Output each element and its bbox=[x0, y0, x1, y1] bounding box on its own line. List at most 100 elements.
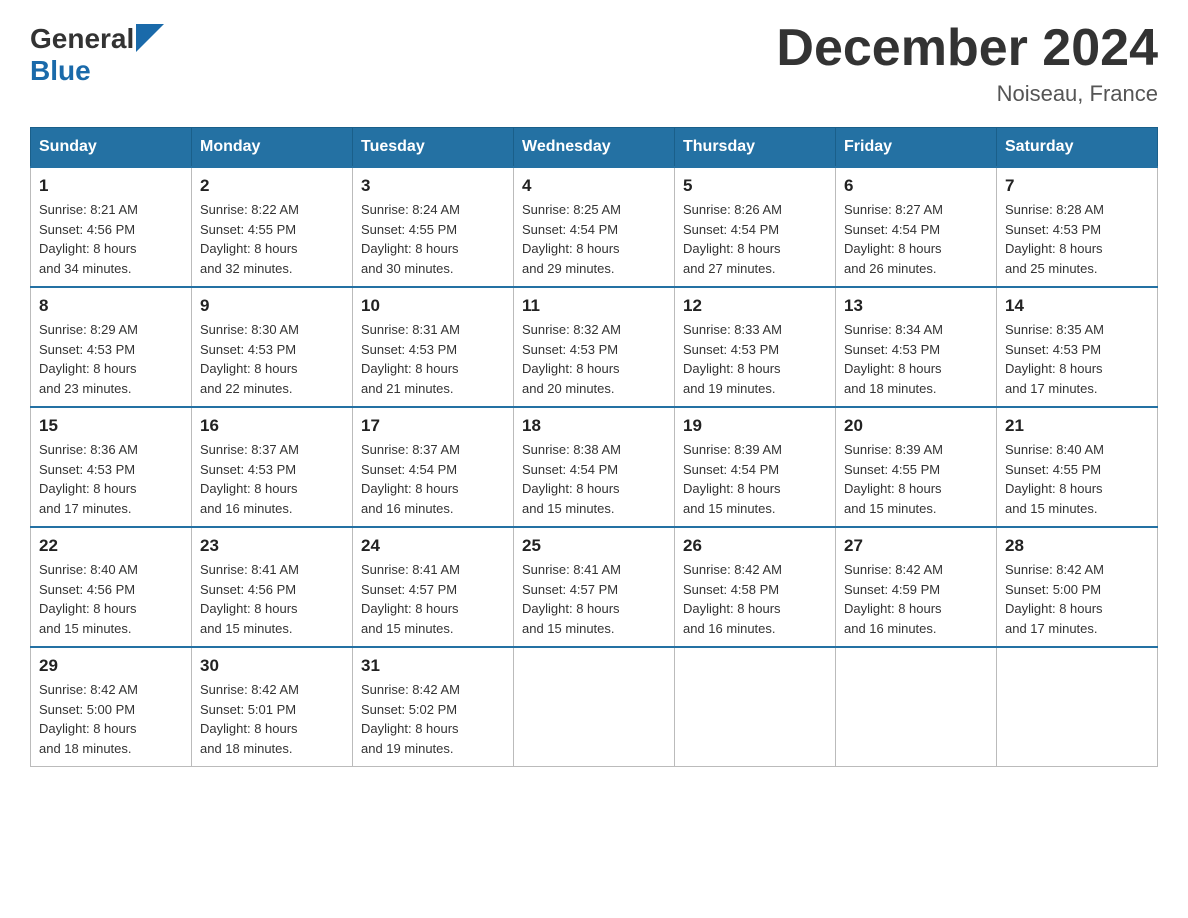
calendar-cell: 24 Sunrise: 8:41 AM Sunset: 4:57 PM Dayl… bbox=[353, 527, 514, 647]
day-number: 14 bbox=[1005, 296, 1149, 316]
calendar-cell: 18 Sunrise: 8:38 AM Sunset: 4:54 PM Dayl… bbox=[514, 407, 675, 527]
day-number: 12 bbox=[683, 296, 827, 316]
day-number: 5 bbox=[683, 176, 827, 196]
day-info: Sunrise: 8:28 AM Sunset: 4:53 PM Dayligh… bbox=[1005, 200, 1149, 278]
page-header: General Blue December 2024 Noiseau, Fran… bbox=[30, 20, 1158, 107]
day-info: Sunrise: 8:37 AM Sunset: 4:53 PM Dayligh… bbox=[200, 440, 344, 518]
day-info: Sunrise: 8:34 AM Sunset: 4:53 PM Dayligh… bbox=[844, 320, 988, 398]
day-number: 15 bbox=[39, 416, 183, 436]
col-saturday: Saturday bbox=[997, 128, 1158, 168]
day-info: Sunrise: 8:40 AM Sunset: 4:55 PM Dayligh… bbox=[1005, 440, 1149, 518]
day-number: 29 bbox=[39, 656, 183, 676]
col-sunday: Sunday bbox=[31, 128, 192, 168]
calendar-cell: 19 Sunrise: 8:39 AM Sunset: 4:54 PM Dayl… bbox=[675, 407, 836, 527]
day-number: 19 bbox=[683, 416, 827, 436]
day-number: 1 bbox=[39, 176, 183, 196]
calendar-week-3: 15 Sunrise: 8:36 AM Sunset: 4:53 PM Dayl… bbox=[31, 407, 1158, 527]
calendar-subtitle: Noiseau, France bbox=[776, 81, 1158, 107]
day-number: 4 bbox=[522, 176, 666, 196]
calendar-cell: 6 Sunrise: 8:27 AM Sunset: 4:54 PM Dayli… bbox=[836, 167, 997, 287]
col-monday: Monday bbox=[192, 128, 353, 168]
calendar-cell bbox=[514, 647, 675, 767]
day-info: Sunrise: 8:42 AM Sunset: 5:00 PM Dayligh… bbox=[1005, 560, 1149, 638]
day-info: Sunrise: 8:42 AM Sunset: 4:59 PM Dayligh… bbox=[844, 560, 988, 638]
calendar-cell: 14 Sunrise: 8:35 AM Sunset: 4:53 PM Dayl… bbox=[997, 287, 1158, 407]
day-info: Sunrise: 8:32 AM Sunset: 4:53 PM Dayligh… bbox=[522, 320, 666, 398]
day-info: Sunrise: 8:24 AM Sunset: 4:55 PM Dayligh… bbox=[361, 200, 505, 278]
calendar-cell: 27 Sunrise: 8:42 AM Sunset: 4:59 PM Dayl… bbox=[836, 527, 997, 647]
day-number: 9 bbox=[200, 296, 344, 316]
col-thursday: Thursday bbox=[675, 128, 836, 168]
day-number: 16 bbox=[200, 416, 344, 436]
day-number: 27 bbox=[844, 536, 988, 556]
day-number: 30 bbox=[200, 656, 344, 676]
day-number: 20 bbox=[844, 416, 988, 436]
day-info: Sunrise: 8:31 AM Sunset: 4:53 PM Dayligh… bbox=[361, 320, 505, 398]
calendar-cell: 16 Sunrise: 8:37 AM Sunset: 4:53 PM Dayl… bbox=[192, 407, 353, 527]
calendar-cell bbox=[836, 647, 997, 767]
day-number: 10 bbox=[361, 296, 505, 316]
calendar-cell: 15 Sunrise: 8:36 AM Sunset: 4:53 PM Dayl… bbox=[31, 407, 192, 527]
calendar-cell: 17 Sunrise: 8:37 AM Sunset: 4:54 PM Dayl… bbox=[353, 407, 514, 527]
day-number: 28 bbox=[1005, 536, 1149, 556]
day-number: 11 bbox=[522, 296, 666, 316]
calendar-cell: 11 Sunrise: 8:32 AM Sunset: 4:53 PM Dayl… bbox=[514, 287, 675, 407]
day-number: 7 bbox=[1005, 176, 1149, 196]
calendar-cell: 26 Sunrise: 8:42 AM Sunset: 4:58 PM Dayl… bbox=[675, 527, 836, 647]
calendar-cell: 7 Sunrise: 8:28 AM Sunset: 4:53 PM Dayli… bbox=[997, 167, 1158, 287]
day-info: Sunrise: 8:21 AM Sunset: 4:56 PM Dayligh… bbox=[39, 200, 183, 278]
calendar-cell bbox=[675, 647, 836, 767]
day-info: Sunrise: 8:42 AM Sunset: 5:00 PM Dayligh… bbox=[39, 680, 183, 758]
calendar-cell: 22 Sunrise: 8:40 AM Sunset: 4:56 PM Dayl… bbox=[31, 527, 192, 647]
day-number: 23 bbox=[200, 536, 344, 556]
calendar-cell: 29 Sunrise: 8:42 AM Sunset: 5:00 PM Dayl… bbox=[31, 647, 192, 767]
day-info: Sunrise: 8:39 AM Sunset: 4:54 PM Dayligh… bbox=[683, 440, 827, 518]
day-info: Sunrise: 8:42 AM Sunset: 5:02 PM Dayligh… bbox=[361, 680, 505, 758]
calendar-cell: 4 Sunrise: 8:25 AM Sunset: 4:54 PM Dayli… bbox=[514, 167, 675, 287]
calendar-week-1: 1 Sunrise: 8:21 AM Sunset: 4:56 PM Dayli… bbox=[31, 167, 1158, 287]
day-number: 22 bbox=[39, 536, 183, 556]
day-info: Sunrise: 8:39 AM Sunset: 4:55 PM Dayligh… bbox=[844, 440, 988, 518]
day-info: Sunrise: 8:37 AM Sunset: 4:54 PM Dayligh… bbox=[361, 440, 505, 518]
calendar-cell: 12 Sunrise: 8:33 AM Sunset: 4:53 PM Dayl… bbox=[675, 287, 836, 407]
day-info: Sunrise: 8:35 AM Sunset: 4:53 PM Dayligh… bbox=[1005, 320, 1149, 398]
calendar-table: Sunday Monday Tuesday Wednesday Thursday… bbox=[30, 127, 1158, 767]
day-info: Sunrise: 8:33 AM Sunset: 4:53 PM Dayligh… bbox=[683, 320, 827, 398]
calendar-cell: 23 Sunrise: 8:41 AM Sunset: 4:56 PM Dayl… bbox=[192, 527, 353, 647]
day-number: 6 bbox=[844, 176, 988, 196]
day-info: Sunrise: 8:41 AM Sunset: 4:57 PM Dayligh… bbox=[522, 560, 666, 638]
col-wednesday: Wednesday bbox=[514, 128, 675, 168]
calendar-cell: 28 Sunrise: 8:42 AM Sunset: 5:00 PM Dayl… bbox=[997, 527, 1158, 647]
calendar-cell: 30 Sunrise: 8:42 AM Sunset: 5:01 PM Dayl… bbox=[192, 647, 353, 767]
logo-arrow-icon bbox=[136, 24, 164, 52]
calendar-cell: 25 Sunrise: 8:41 AM Sunset: 4:57 PM Dayl… bbox=[514, 527, 675, 647]
day-number: 2 bbox=[200, 176, 344, 196]
calendar-cell: 10 Sunrise: 8:31 AM Sunset: 4:53 PM Dayl… bbox=[353, 287, 514, 407]
day-info: Sunrise: 8:41 AM Sunset: 4:57 PM Dayligh… bbox=[361, 560, 505, 638]
calendar-header-row: Sunday Monday Tuesday Wednesday Thursday… bbox=[31, 128, 1158, 168]
day-info: Sunrise: 8:41 AM Sunset: 4:56 PM Dayligh… bbox=[200, 560, 344, 638]
calendar-title-section: December 2024 Noiseau, France bbox=[776, 20, 1158, 107]
calendar-week-4: 22 Sunrise: 8:40 AM Sunset: 4:56 PM Dayl… bbox=[31, 527, 1158, 647]
calendar-cell: 20 Sunrise: 8:39 AM Sunset: 4:55 PM Dayl… bbox=[836, 407, 997, 527]
day-number: 13 bbox=[844, 296, 988, 316]
day-number: 18 bbox=[522, 416, 666, 436]
day-number: 26 bbox=[683, 536, 827, 556]
col-tuesday: Tuesday bbox=[353, 128, 514, 168]
day-number: 24 bbox=[361, 536, 505, 556]
calendar-cell: 5 Sunrise: 8:26 AM Sunset: 4:54 PM Dayli… bbox=[675, 167, 836, 287]
day-number: 3 bbox=[361, 176, 505, 196]
calendar-cell: 1 Sunrise: 8:21 AM Sunset: 4:56 PM Dayli… bbox=[31, 167, 192, 287]
day-info: Sunrise: 8:22 AM Sunset: 4:55 PM Dayligh… bbox=[200, 200, 344, 278]
day-info: Sunrise: 8:25 AM Sunset: 4:54 PM Dayligh… bbox=[522, 200, 666, 278]
calendar-cell: 8 Sunrise: 8:29 AM Sunset: 4:53 PM Dayli… bbox=[31, 287, 192, 407]
logo-blue-text: Blue bbox=[30, 55, 91, 87]
day-info: Sunrise: 8:40 AM Sunset: 4:56 PM Dayligh… bbox=[39, 560, 183, 638]
day-number: 25 bbox=[522, 536, 666, 556]
calendar-cell bbox=[997, 647, 1158, 767]
day-info: Sunrise: 8:27 AM Sunset: 4:54 PM Dayligh… bbox=[844, 200, 988, 278]
day-info: Sunrise: 8:30 AM Sunset: 4:53 PM Dayligh… bbox=[200, 320, 344, 398]
day-info: Sunrise: 8:26 AM Sunset: 4:54 PM Dayligh… bbox=[683, 200, 827, 278]
calendar-cell: 2 Sunrise: 8:22 AM Sunset: 4:55 PM Dayli… bbox=[192, 167, 353, 287]
calendar-week-2: 8 Sunrise: 8:29 AM Sunset: 4:53 PM Dayli… bbox=[31, 287, 1158, 407]
